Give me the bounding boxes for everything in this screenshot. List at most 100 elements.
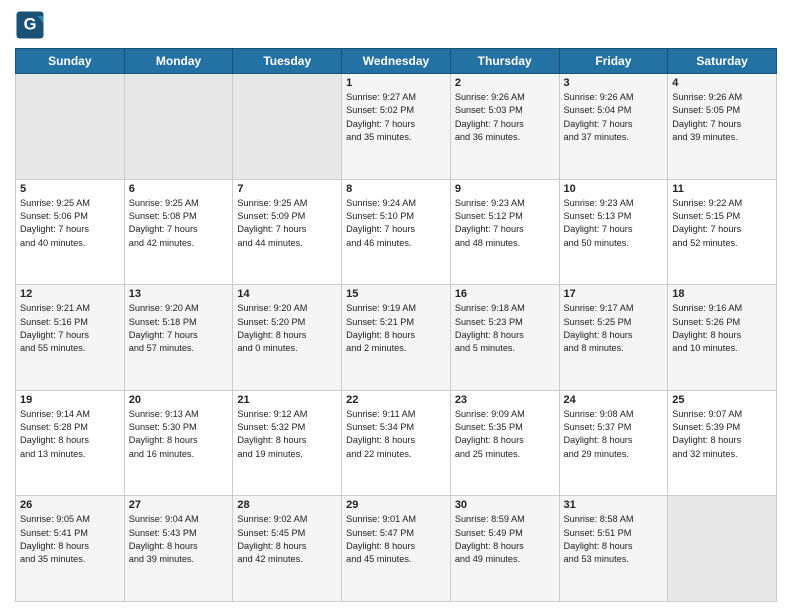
cell-info: Sunrise: 9:09 AMSunset: 5:35 PMDaylight:…	[455, 408, 555, 461]
cell-info: Sunrise: 9:04 AMSunset: 5:43 PMDaylight:…	[129, 513, 229, 566]
week-row-3: 19Sunrise: 9:14 AMSunset: 5:28 PMDayligh…	[16, 390, 777, 496]
calendar-cell: 3 Sunrise: 9:26 AMSunset: 5:04 PMDaylight…	[559, 74, 668, 180]
calendar-cell: 26Sunrise: 9:05 AMSunset: 5:41 PMDayligh…	[16, 496, 125, 602]
calendar-cell: 28 Sunrise: 9:02 AMSunset: 5:45 PMDayligh…	[233, 496, 342, 602]
calendar-cell: 17Sunrise: 9:17 AMSunset: 5:25 PMDayligh…	[559, 285, 668, 391]
week-row-2: 12Sunrise: 9:21 AMSunset: 5:16 PMDayligh…	[16, 285, 777, 391]
calendar-cell	[124, 74, 233, 180]
day-number: 17	[564, 288, 664, 300]
calendar-cell	[233, 74, 342, 180]
cell-info: Sunrise: 9:19 AMSunset: 5:21 PMDaylight:…	[346, 302, 446, 355]
day-number: 6	[129, 183, 229, 195]
cell-info: Sunrise: 8:59 AMSunset: 5:49 PMDaylight:…	[455, 513, 555, 566]
calendar-cell	[16, 74, 125, 180]
calendar-cell: 24Sunrise: 9:08 AMSunset: 5:37 PMDayligh…	[559, 390, 668, 496]
calendar-cell: 1 Sunrise: 9:27 AMSunset: 5:02 PMDaylight…	[342, 74, 451, 180]
calendar-cell	[668, 496, 777, 602]
day-number: 1	[346, 77, 446, 89]
header: G	[15, 10, 777, 40]
svg-text:G: G	[24, 16, 37, 34]
day-number: 29	[346, 499, 446, 511]
day-header-wednesday: Wednesday	[342, 49, 451, 74]
cell-info: Sunrise: 9:25 AMSunset: 5:06 PMDaylight:…	[20, 197, 120, 250]
calendar-cell: 7 Sunrise: 9:25 AMSunset: 5:09 PMDaylight…	[233, 179, 342, 285]
cell-info: Sunrise: 9:11 AMSunset: 5:34 PMDaylight:…	[346, 408, 446, 461]
calendar-cell: 12Sunrise: 9:21 AMSunset: 5:16 PMDayligh…	[16, 285, 125, 391]
calendar-cell: 27 Sunrise: 9:04 AMSunset: 5:43 PMDayligh…	[124, 496, 233, 602]
cell-info: Sunrise: 9:24 AMSunset: 5:10 PMDaylight:…	[346, 197, 446, 250]
day-number: 8	[346, 183, 446, 195]
cell-info: Sunrise: 9:22 AMSunset: 5:15 PMDaylight:…	[672, 197, 772, 250]
calendar: SundayMondayTuesdayWednesdayThursdayFrid…	[15, 48, 777, 602]
calendar-cell: 11 Sunrise: 9:22 AMSunset: 5:15 PMDayligh…	[668, 179, 777, 285]
week-row-1: 5 Sunrise: 9:25 AMSunset: 5:06 PMDaylight…	[16, 179, 777, 285]
day-number: 7	[237, 183, 337, 195]
calendar-cell: 16 Sunrise: 9:18 AMSunset: 5:23 PMDayligh…	[450, 285, 559, 391]
day-number: 9	[455, 183, 555, 195]
day-number: 21	[237, 394, 337, 406]
calendar-cell: 25 Sunrise: 9:07 AMSunset: 5:39 PMDayligh…	[668, 390, 777, 496]
cell-info: Sunrise: 9:18 AMSunset: 5:23 PMDaylight:…	[455, 302, 555, 355]
day-number: 15	[346, 288, 446, 300]
day-number: 13	[129, 288, 229, 300]
calendar-cell: 30 Sunrise: 8:59 AMSunset: 5:49 PMDayligh…	[450, 496, 559, 602]
calendar-cell: 10 Sunrise: 9:23 AMSunset: 5:13 PMDayligh…	[559, 179, 668, 285]
day-number: 27	[129, 499, 229, 511]
cell-info: Sunrise: 9:01 AMSunset: 5:47 PMDaylight:…	[346, 513, 446, 566]
day-header-tuesday: Tuesday	[233, 49, 342, 74]
calendar-body: 1 Sunrise: 9:27 AMSunset: 5:02 PMDaylight…	[16, 74, 777, 602]
week-row-4: 26Sunrise: 9:05 AMSunset: 5:41 PMDayligh…	[16, 496, 777, 602]
day-number: 20	[129, 394, 229, 406]
day-number: 25	[672, 394, 772, 406]
day-number: 28	[237, 499, 337, 511]
day-number: 5	[20, 183, 120, 195]
day-header-saturday: Saturday	[668, 49, 777, 74]
day-number: 18	[672, 288, 772, 300]
day-number: 3	[564, 77, 664, 89]
cell-info: Sunrise: 9:27 AMSunset: 5:02 PMDaylight:…	[346, 91, 446, 144]
cell-info: Sunrise: 9:26 AMSunset: 5:04 PMDaylight:…	[564, 91, 664, 144]
cell-info: Sunrise: 9:13 AMSunset: 5:30 PMDaylight:…	[129, 408, 229, 461]
logo: G	[15, 10, 49, 40]
cell-info: Sunrise: 9:23 AMSunset: 5:13 PMDaylight:…	[564, 197, 664, 250]
day-header-monday: Monday	[124, 49, 233, 74]
page: G SundayMondayTuesdayWednesdayThursdayFr…	[0, 0, 792, 612]
calendar-cell: 29 Sunrise: 9:01 AMSunset: 5:47 PMDayligh…	[342, 496, 451, 602]
day-number: 23	[455, 394, 555, 406]
calendar-cell: 13 Sunrise: 9:20 AMSunset: 5:18 PMDayligh…	[124, 285, 233, 391]
cell-info: Sunrise: 9:12 AMSunset: 5:32 PMDaylight:…	[237, 408, 337, 461]
cell-info: Sunrise: 9:26 AMSunset: 5:03 PMDaylight:…	[455, 91, 555, 144]
day-number: 11	[672, 183, 772, 195]
calendar-header: SundayMondayTuesdayWednesdayThursdayFrid…	[16, 49, 777, 74]
header-row: SundayMondayTuesdayWednesdayThursdayFrid…	[16, 49, 777, 74]
day-number: 30	[455, 499, 555, 511]
calendar-cell: 23 Sunrise: 9:09 AMSunset: 5:35 PMDayligh…	[450, 390, 559, 496]
day-number: 10	[564, 183, 664, 195]
calendar-cell: 14 Sunrise: 9:20 AMSunset: 5:20 PMDayligh…	[233, 285, 342, 391]
cell-info: Sunrise: 9:16 AMSunset: 5:26 PMDaylight:…	[672, 302, 772, 355]
cell-info: Sunrise: 9:20 AMSunset: 5:18 PMDaylight:…	[129, 302, 229, 355]
cell-info: Sunrise: 9:25 AMSunset: 5:08 PMDaylight:…	[129, 197, 229, 250]
day-number: 24	[564, 394, 664, 406]
cell-info: Sunrise: 9:23 AMSunset: 5:12 PMDaylight:…	[455, 197, 555, 250]
cell-info: Sunrise: 9:26 AMSunset: 5:05 PMDaylight:…	[672, 91, 772, 144]
day-number: 14	[237, 288, 337, 300]
day-number: 26	[20, 499, 120, 511]
calendar-cell: 4 Sunrise: 9:26 AMSunset: 5:05 PMDaylight…	[668, 74, 777, 180]
cell-info: Sunrise: 8:58 AMSunset: 5:51 PMDaylight:…	[564, 513, 664, 566]
cell-info: Sunrise: 9:02 AMSunset: 5:45 PMDaylight:…	[237, 513, 337, 566]
day-number: 16	[455, 288, 555, 300]
calendar-cell: 21 Sunrise: 9:12 AMSunset: 5:32 PMDayligh…	[233, 390, 342, 496]
cell-info: Sunrise: 9:20 AMSunset: 5:20 PMDaylight:…	[237, 302, 337, 355]
logo-icon: G	[15, 10, 45, 40]
week-row-0: 1 Sunrise: 9:27 AMSunset: 5:02 PMDaylight…	[16, 74, 777, 180]
calendar-cell: 15 Sunrise: 9:19 AMSunset: 5:21 PMDayligh…	[342, 285, 451, 391]
day-header-sunday: Sunday	[16, 49, 125, 74]
calendar-cell: 5 Sunrise: 9:25 AMSunset: 5:06 PMDaylight…	[16, 179, 125, 285]
day-number: 4	[672, 77, 772, 89]
calendar-cell: 6 Sunrise: 9:25 AMSunset: 5:08 PMDaylight…	[124, 179, 233, 285]
cell-info: Sunrise: 9:25 AMSunset: 5:09 PMDaylight:…	[237, 197, 337, 250]
cell-info: Sunrise: 9:07 AMSunset: 5:39 PMDaylight:…	[672, 408, 772, 461]
day-number: 12	[20, 288, 120, 300]
calendar-cell: 9 Sunrise: 9:23 AMSunset: 5:12 PMDaylight…	[450, 179, 559, 285]
